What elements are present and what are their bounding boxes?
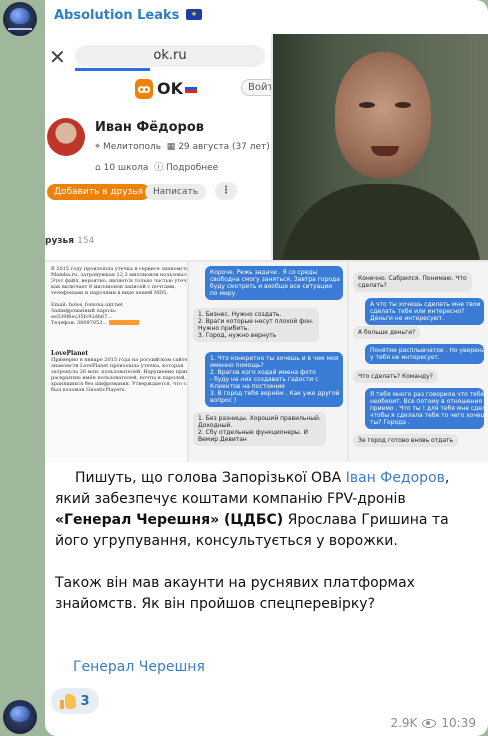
write-message-button: Написать xyxy=(145,184,207,200)
profile-name: Иван Фёдоров xyxy=(95,120,204,135)
brain-logo-icon xyxy=(10,706,30,722)
ok-login-button: Войти xyxy=(241,79,271,96)
chat-message: 1. Без разницы. Хороший правильный. Дохо… xyxy=(193,412,326,446)
chat-screenshot-1[interactable]: Короче. Режь задачи . Я со среды свободн… xyxy=(189,262,347,462)
post-text: Пишуть, що голова Запорізької ОВА Іван Ф… xyxy=(55,468,480,615)
photo-shoulders xyxy=(281,184,481,260)
avatar-wordmark xyxy=(8,28,32,30)
leak-text-line: телефонами и паролями в виде хешей MD5. xyxy=(51,290,168,296)
portrait-photo[interactable] xyxy=(273,34,488,260)
chat-message: Конечно. Сабрился. Понимаю. Что сделать? xyxy=(353,272,472,292)
eye-icon xyxy=(422,718,437,728)
view-count: 2.9K xyxy=(390,716,418,730)
ru-flag-icon xyxy=(185,84,197,93)
browser-url-bar: ✕ ok.ru xyxy=(45,40,271,71)
brain-logo-icon xyxy=(10,8,30,24)
friends-section: рузья 154 xyxy=(45,236,94,246)
location-pin-icon: ⌖ xyxy=(95,142,101,152)
post-paragraph-2: Також він мав акаунти на руснявих платфо… xyxy=(55,575,415,612)
leak-loveplanet-title: LovePlanet xyxy=(51,350,89,357)
leak-intro: В 2015 году произошла утечка в сервисе з… xyxy=(51,266,187,296)
ok-profile-screenshot[interactable]: ✕ ok.ru ꝏ OK Войти Иван Фёдоров ⌖ Мелито… xyxy=(45,34,271,260)
chat-message: Понятие расплывчатое . Но уверена что у … xyxy=(365,344,484,364)
profile-location: Мелитополь xyxy=(102,142,162,152)
hashtag-link[interactable]: Генерал Черешня xyxy=(73,659,205,675)
message-bubble: Absolution Leaks ✕ ok.ru ꝏ OK Войти Иван… xyxy=(45,0,488,736)
info-icon: ⓘ xyxy=(154,163,164,173)
leak-document-screenshot[interactable]: В 2015 году произошла утечка в сервисе з… xyxy=(45,262,187,462)
chat-message: 1. Что конкретно ты хочешь и в чем моя и… xyxy=(205,352,343,407)
leak-phone: Телефон: 38097853... xyxy=(51,320,108,326)
post-p1-prefix: Пишуть, що голова Запорізької ОВА xyxy=(75,470,346,486)
chat-message: А что ты хочешь сделать мне твои сделать… xyxy=(365,298,484,325)
channel-name[interactable]: Absolution Leaks xyxy=(54,8,202,23)
highlight-mark xyxy=(108,320,139,325)
ok-brand: OK xyxy=(157,79,183,98)
message-time: 10:39 xyxy=(441,716,476,730)
reaction-count: 3 xyxy=(80,693,90,709)
chat-message: Зе город готово вновь отдать xyxy=(353,434,459,447)
photo-face xyxy=(335,52,431,178)
more-options-icon: ⋮ xyxy=(215,182,237,200)
friends-label: рузья xyxy=(45,236,75,246)
post-paragraph-1: Пишуть, що голова Запорізької ОВА Іван Ф… xyxy=(55,468,480,552)
chat-screenshot-2[interactable]: Конечно. Сабрился. Понимаю. Что сделать?… xyxy=(349,262,488,462)
chat-message: 1. Бизнес. Нужно создать. 2. Враги котор… xyxy=(193,308,319,342)
profile-meta-row2: ⌂ 10 школа ⓘ Подробнее xyxy=(95,160,218,173)
reaction-button[interactable]: 3 xyxy=(51,688,99,714)
channel-avatar[interactable] xyxy=(3,2,37,36)
ok-header: ꝏ OK Войти xyxy=(45,76,271,102)
media-grid[interactable]: ✕ ok.ru ꝏ OK Войти Иван Фёдоров ⌖ Мелито… xyxy=(45,34,488,462)
leak-loveplanet-text: Примерно в январе 2015 года на российско… xyxy=(51,357,187,393)
chat-message: Я тебя много раз говорила что тебе необх… xyxy=(365,388,484,429)
channel-avatar-bottom[interactable] xyxy=(3,700,37,734)
url-text: ok.ru xyxy=(75,45,265,67)
chat-message: А больше деньги? xyxy=(353,326,421,339)
profile-meta-row1: ⌖ Мелитополь ▦ 29 августа (37 лет) xyxy=(95,142,270,152)
ok-logo-icon: ꝏ xyxy=(135,79,153,99)
channel-name-text: Absolution Leaks xyxy=(54,8,180,23)
message-footer: 2.9K 10:39 xyxy=(390,716,476,730)
add-friend-button: Добавить в друзья xyxy=(47,184,151,200)
profile-avatar xyxy=(47,118,85,156)
photo-eye-left xyxy=(359,102,375,108)
loveplanet-text-line: был взломан GnosticPlayers. xyxy=(51,387,126,393)
profile-school: 10 школа xyxy=(103,163,149,173)
profile-birthday: 29 августа (37 лет) xyxy=(178,142,270,152)
calendar-icon: ▦ xyxy=(166,142,176,152)
friends-count: 154 xyxy=(77,236,95,246)
thumbs-up-icon xyxy=(60,693,77,709)
loading-progress xyxy=(75,68,150,71)
close-icon: ✕ xyxy=(49,45,66,69)
chat-message: Что сделать? Команду? xyxy=(353,370,438,383)
photo-eye-right xyxy=(395,102,411,108)
profile-details: Подробнее xyxy=(165,163,219,173)
chat-message: Короче. Режь задачи . Я со среды свободн… xyxy=(205,266,343,300)
mention-link[interactable]: Іван Федоров xyxy=(346,470,445,486)
eu-flag-icon xyxy=(185,9,202,20)
leak-phone-row: Телефон: 38097853... xyxy=(51,320,181,326)
school-icon: ⌂ xyxy=(95,163,101,173)
post-p1-bold: «Генерал Черешня» (ЦДБС) xyxy=(55,512,284,528)
